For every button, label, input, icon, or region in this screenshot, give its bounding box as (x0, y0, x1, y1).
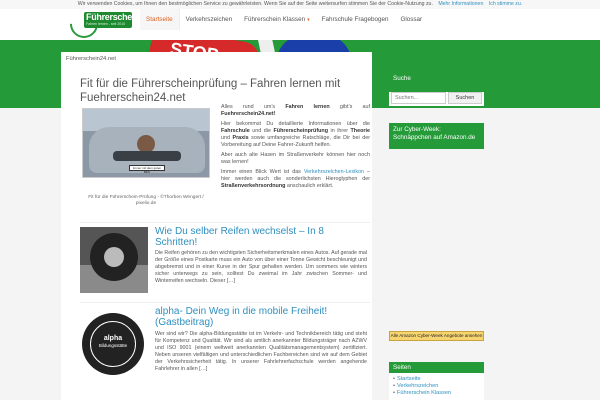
site-header: Führerschein24 Fahren lernen - seit 2010… (0, 4, 600, 44)
search-button[interactable]: Suchen (448, 92, 482, 104)
image-caption: Fit für die Führerschein-Prüfung - ©Thor… (88, 195, 204, 206)
badge-subtitle: Bildungsstätte (98, 343, 128, 348)
search-input[interactable] (391, 92, 446, 104)
page-link-startseite[interactable]: • Startseite (393, 376, 484, 383)
cookie-more-link[interactable]: Mehr Informationen (438, 1, 483, 7)
cookie-accept-link[interactable]: Ich stimme zu. (489, 1, 522, 7)
bullet-icon: • (393, 376, 395, 382)
post-excerpt: Wer sind wir? Die alpha-Bildungsstätte i… (155, 331, 367, 372)
post-item: alpha Bildungsstätte alpha- Dein Weg in … (80, 302, 370, 400)
main-nav: Startseite Verkehrszeichen Führerschein … (140, 9, 428, 30)
cookie-text: Wir verwenden Cookies, um Ihnen den best… (77, 1, 433, 7)
page-link-klassen[interactable]: • Führerschein Klassen (393, 390, 484, 397)
page-link-verkehrszeichen[interactable]: • Verkehrszeichen (393, 383, 484, 390)
post-thumbnail[interactable]: alpha Bildungsstätte (80, 311, 148, 377)
plate-sign: Immer mit dem guten Blick (129, 165, 165, 174)
pages-widget-title: Seiten (389, 362, 484, 373)
nav-item-fragebogen[interactable]: Fahrschule Fragebogen (316, 9, 395, 30)
intro-text: Alles rund um’s Fahren lernen gibt’s auf… (221, 104, 370, 189)
amazon-offers-button[interactable]: Alle Amazon Cyber-Week Angebote ansehen (389, 331, 484, 341)
search-widget-title: Suche (389, 73, 484, 84)
nav-item-startseite[interactable]: Startseite (140, 9, 180, 30)
post-item: Wie Du selber Reifen wechselst – In 8 Sc… (80, 222, 370, 296)
page-title: Fit für die Führerscheinprüfung – Fahren… (80, 78, 341, 104)
post-thumbnail[interactable] (80, 227, 148, 293)
badge-title: alpha (103, 335, 123, 342)
lexikon-link[interactable]: Verkehrszeichen-Lexikon (304, 169, 364, 175)
nav-item-verkehrszeichen[interactable]: Verkehrszeichen (180, 9, 239, 30)
site-logo[interactable]: Führerschein24 Fahren lernen - seit 2010 (64, 4, 149, 44)
post-excerpt: Die Reifen gehören zu den wichtigsten Si… (155, 250, 367, 284)
cookie-bar: Wir verwenden Cookies, um Ihnen den best… (0, 0, 600, 9)
chevron-down-icon: ▾ (307, 17, 310, 23)
post-title[interactable]: Wie Du selber Reifen wechselst – In 8 Sc… (155, 226, 365, 248)
bullet-icon: • (393, 390, 395, 396)
nav-item-glossar[interactable]: Glossar (394, 9, 428, 30)
feature-image: Immer mit dem guten Blick (82, 108, 210, 178)
bullet-icon: • (393, 383, 395, 389)
logo-tagline: Fahren lernen - seit 2010 (86, 22, 126, 26)
breadcrumb[interactable]: Führerschein24.net (66, 56, 116, 62)
pages-widget: • Startseite • Verkehrszeichen • Führersche… (389, 373, 484, 400)
nav-item-fuehrerschein-klassen[interactable]: Führerschein Klassen ▾ (238, 9, 315, 30)
cyber-week-widget-title: Zur Cyber-Week: Schnäppchen auf Amazon.d… (389, 123, 484, 149)
post-title[interactable]: alpha- Dein Weg in die mobile Freiheit! … (155, 306, 365, 328)
main-content: Führerschein24.net Fit für die Führersch… (61, 52, 372, 400)
